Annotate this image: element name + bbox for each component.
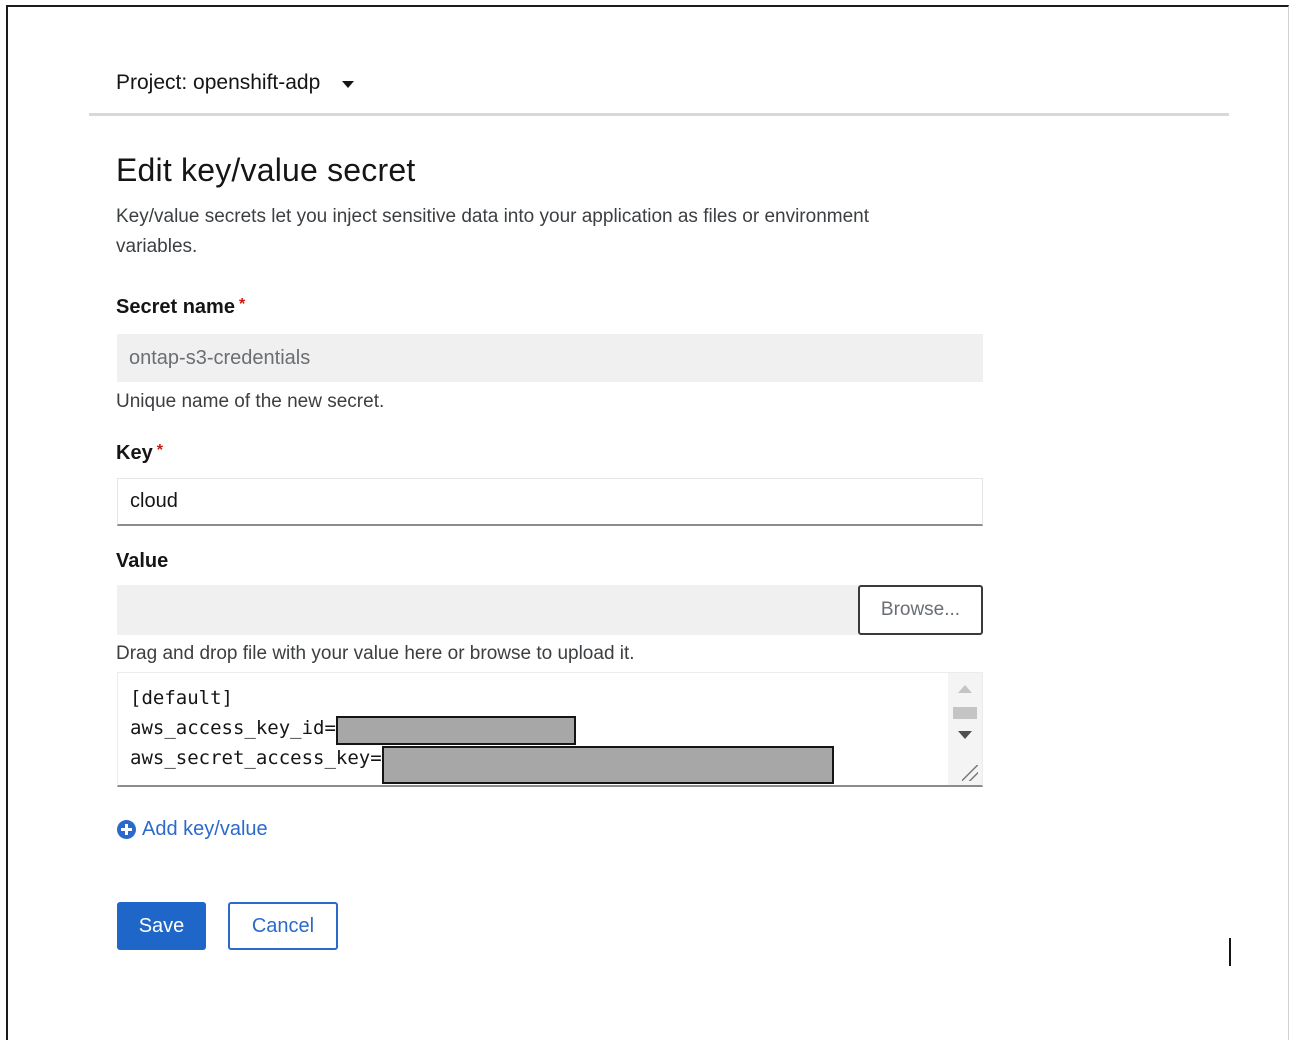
scroll-up-arrow-icon[interactable] — [958, 685, 972, 693]
value-helper: Drag and drop file with your value here … — [116, 643, 635, 664]
caret-down-icon — [342, 80, 355, 88]
secret-name-helper: Unique name of the new secret. — [116, 391, 385, 412]
project-divider — [89, 113, 1229, 116]
required-marker: * — [156, 442, 163, 459]
file-upload-row: Browse... — [117, 585, 983, 635]
key-label: Key * — [116, 442, 163, 465]
required-marker: * — [238, 296, 246, 313]
cancel-button[interactable]: Cancel — [228, 902, 338, 950]
value-line: aws_access_key_id= — [130, 713, 834, 745]
value-line: aws_secret_access_key= — [130, 743, 834, 784]
plus-circle-icon — [117, 820, 136, 839]
page-description: Key/value secrets let you inject sensiti… — [116, 206, 870, 257]
resize-handle-icon[interactable] — [962, 765, 978, 781]
page-title: Edit key/value secret — [116, 152, 416, 188]
value-text: [default] aws_access_key_id= aws_secret_… — [130, 683, 834, 784]
add-key-value-link[interactable]: Add key/value — [117, 818, 268, 841]
value-line-text: aws_secret_access_key= — [130, 747, 382, 769]
scroll-down-arrow-icon[interactable] — [958, 731, 972, 739]
secret-name-label-text: Secret name — [116, 296, 235, 318]
project-selector[interactable]: Project: openshift-adp — [116, 66, 355, 100]
value-line-text: aws_access_key_id= — [130, 717, 336, 739]
scrollbar-thumb[interactable] — [953, 707, 977, 719]
key-input[interactable] — [117, 478, 983, 526]
file-name-field[interactable] — [117, 585, 858, 635]
add-key-value-label: Add key/value — [142, 818, 268, 840]
value-textarea[interactable]: [default] aws_access_key_id= aws_secret_… — [117, 672, 983, 787]
save-button[interactable]: Save — [117, 902, 206, 950]
redaction-box — [335, 715, 576, 745]
text-cursor — [1229, 938, 1231, 966]
secret-name-label: Secret name * — [116, 296, 245, 319]
secret-name-input — [117, 334, 983, 382]
key-label-text: Key — [116, 442, 153, 464]
browse-button[interactable]: Browse... — [858, 585, 983, 635]
value-line-text: [default] — [130, 687, 233, 709]
value-label: Value — [116, 550, 169, 572]
project-selector-label: Project: openshift-adp — [116, 71, 321, 94]
redaction-box — [381, 746, 834, 784]
value-line: [default] — [130, 683, 834, 713]
